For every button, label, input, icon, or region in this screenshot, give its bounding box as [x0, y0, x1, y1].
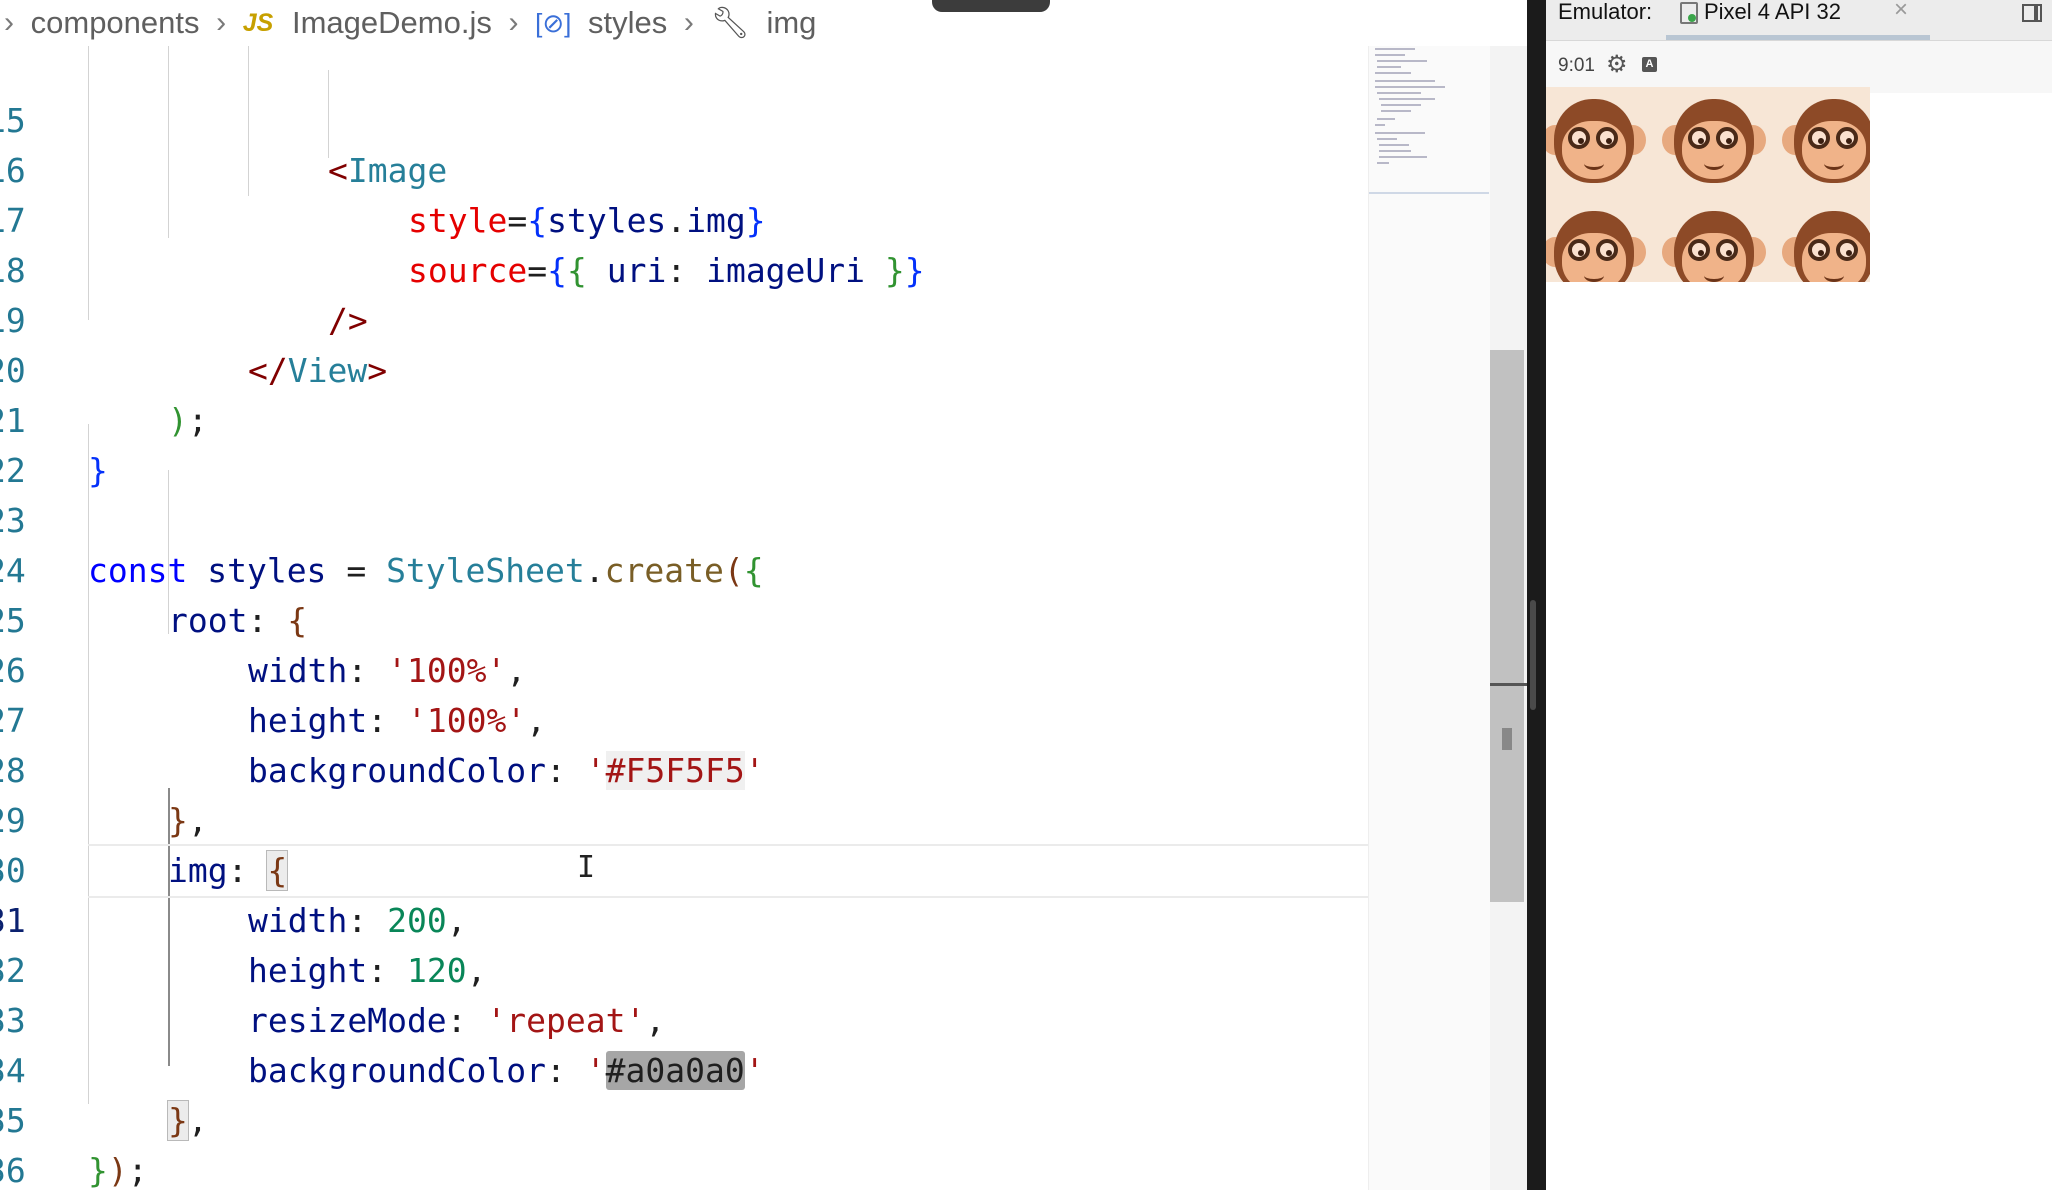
emulator-panel: Emulator: Pixel 4 API 32 × 9:01 ⚙ A	[1546, 0, 2052, 1190]
device-online-indicator	[1688, 14, 1696, 22]
code-line[interactable]: 19 </View>	[0, 246, 1368, 390]
monkey-image-tile	[1780, 87, 1870, 195]
vertical-scrollbar-thumb[interactable]	[1490, 350, 1524, 902]
breadcrumb-item-styles[interactable]: styles	[588, 0, 667, 46]
drag-handle-icon[interactable]	[1530, 600, 1536, 710]
close-icon[interactable]: ×	[1894, 0, 1908, 22]
line-number: 36	[0, 1151, 26, 1190]
code-editor[interactable]: › components › JS ImageDemo.js › [⊘] sty…	[0, 0, 1527, 1190]
code-line[interactable]: 28 },	[0, 696, 1368, 840]
scrollbar-marker	[1502, 728, 1512, 750]
chevron-right-icon: ›	[216, 6, 227, 39]
device-screen[interactable]: 9:01 ⚙ A	[1546, 41, 2052, 1190]
chevron-right-icon: ›	[4, 6, 14, 39]
code-line[interactable]: 20 );	[0, 296, 1368, 440]
code-line[interactable]: 36	[0, 1096, 1368, 1190]
js-file-icon: JS	[242, 9, 274, 37]
tab-device-label: Pixel 4 API 32	[1704, 0, 1841, 24]
device-status-bar: 9:01 ⚙ A	[1546, 41, 2052, 93]
monkey-image-tile	[1546, 87, 1648, 195]
monkey-image-tile	[1660, 87, 1768, 195]
panel-divider[interactable]	[1527, 0, 1546, 1190]
window-toggle-icon[interactable]	[2022, 4, 2042, 22]
code-line[interactable]: 32 resizeMode: 'repeat',	[0, 896, 1368, 1040]
breadcrumb-item-img[interactable]: img	[766, 0, 816, 46]
code-line-current[interactable]: 31 height: 120,	[0, 846, 1368, 990]
code-line[interactable]: 17 source={{ uri: imageUri }}	[0, 146, 1368, 290]
repeated-image	[1546, 87, 1870, 282]
code-line[interactable]: 35 });	[0, 1046, 1368, 1190]
breadcrumb-item-components[interactable]: components	[31, 0, 200, 46]
code-line[interactable]: 33 backgroundColor: '#a0a0a0'	[0, 946, 1368, 1090]
emulator-label: Emulator:	[1558, 0, 1653, 24]
breadcrumb: › components › JS ImageDemo.js › [⊘] sty…	[0, 0, 1527, 46]
code-line[interactable]: 25 width: '100%',	[0, 546, 1368, 690]
code-line[interactable]: 26 height: '100%',	[0, 596, 1368, 740]
wrench-icon: 🔧︎	[710, 5, 750, 40]
code-line[interactable]: 30 width: 200,	[0, 796, 1368, 940]
code-line[interactable]: 15 <Image	[0, 46, 1368, 190]
tab-device[interactable]: Pixel 4 API 32 ×	[1666, 0, 1930, 40]
code-line[interactable]: 29 img: {	[0, 746, 1368, 891]
code-line[interactable]: 22	[0, 396, 1368, 490]
gear-icon: ⚙	[1606, 51, 1628, 78]
title-pill	[932, 0, 1050, 12]
code-line[interactable]: 18 />	[0, 196, 1368, 340]
monkey-image-tile	[1660, 199, 1768, 282]
code-line[interactable]: 21 }	[0, 346, 1368, 490]
breadcrumb-item-file[interactable]: ImageDemo.js	[292, 0, 492, 46]
code-line[interactable]: 27 backgroundColor: '#F5F5F5'	[0, 646, 1368, 790]
font-indicator-icon: A	[1642, 57, 1657, 72]
text-cursor-icon: I	[577, 850, 596, 885]
chevron-right-icon: ›	[683, 6, 694, 39]
chevron-right-icon: ›	[508, 6, 519, 39]
monkey-image-tile	[1546, 199, 1648, 282]
code-area[interactable]: 15 <Image 16 style={styles.img} 17 sourc…	[0, 46, 1368, 1190]
minimap[interactable]	[1368, 46, 1491, 1190]
status-time: 9:01	[1558, 55, 1595, 76]
symbol-variable-icon: [⊘]	[535, 8, 572, 38]
code-line[interactable]: 16 style={styles.img}	[0, 96, 1368, 240]
monkey-image-tile	[1780, 199, 1870, 282]
scrollbar-cursor-marker	[1490, 683, 1527, 686]
emulator-toolbar: Emulator: Pixel 4 API 32 ×	[1546, 0, 2052, 41]
code-line[interactable]: 34 },	[0, 996, 1368, 1141]
code-line[interactable]: 23 const styles = StyleSheet.create({	[0, 446, 1368, 590]
code-line[interactable]: 24 root: {	[0, 496, 1368, 640]
